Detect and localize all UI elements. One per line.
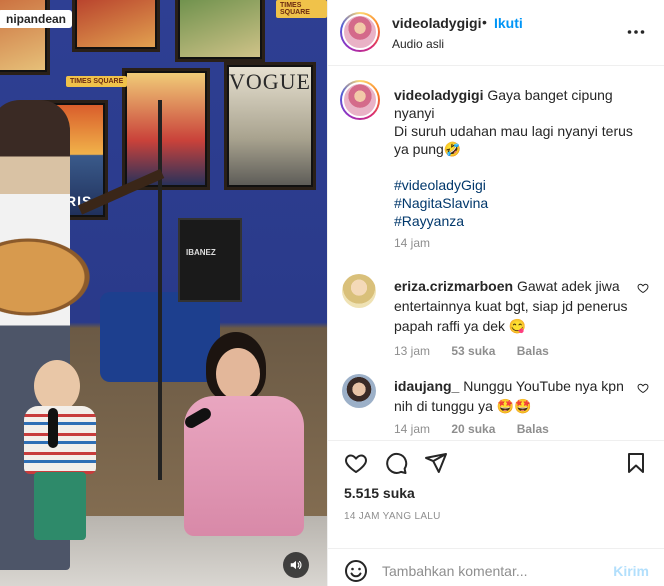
post-sidebar: videoladygigi • Ikuti Audio asli videola… — [327, 0, 664, 586]
avatar-image — [342, 82, 378, 118]
comment-timestamp: 13 jam — [394, 344, 431, 358]
amplifier: IBANEZ — [178, 218, 242, 302]
hashtag-link[interactable]: #Rayyanza — [394, 212, 644, 230]
comment-meta: 13 jam 53 suka Balas — [394, 344, 567, 358]
comment-icon[interactable] — [384, 451, 408, 475]
post-video[interactable]: PARIS VOGUE TIMES SQUARE TIMES SQUARE IB… — [0, 0, 327, 586]
comment-reply-button[interactable]: Balas — [517, 344, 549, 358]
comment-like-icon[interactable] — [637, 282, 649, 294]
times-square-sign: TIMES SQUARE — [276, 0, 327, 18]
comment-likes[interactable]: 20 suka — [451, 422, 495, 436]
comment-likes[interactable]: 53 suka — [451, 344, 495, 358]
commenter-username[interactable]: eriza.crizmarboen — [394, 278, 513, 294]
woman-singer — [176, 332, 316, 562]
comment-reply-button[interactable]: Balas — [517, 422, 549, 436]
more-options-icon — [627, 30, 645, 34]
comment-like-icon[interactable] — [637, 382, 649, 394]
bookmark-icon[interactable] — [624, 451, 648, 475]
video-username-overlay[interactable]: nipandean — [0, 10, 73, 28]
toddler-head — [34, 360, 80, 412]
comment-input[interactable] — [382, 559, 602, 583]
amp-label: IBANEZ — [186, 248, 216, 257]
commenter-username[interactable]: idaujang_ — [394, 378, 459, 394]
separator-dot: • — [482, 14, 487, 30]
caption-text-block: videoladygigi Gaya banget cipung nyanyi … — [394, 86, 644, 230]
volume-button[interactable] — [283, 552, 309, 578]
author-username[interactable]: videoladygigi — [392, 15, 481, 31]
toddler — [20, 360, 102, 540]
commenter-avatar[interactable] — [342, 374, 376, 408]
wall-poster — [122, 68, 210, 190]
more-options-button[interactable] — [627, 20, 645, 38]
heart-icon[interactable] — [344, 451, 368, 475]
comment-meta: 14 jam 20 suka Balas — [394, 422, 567, 436]
likes-count[interactable]: 5.515 suka — [344, 485, 415, 501]
post-header: videoladygigi • Ikuti Audio asli — [328, 0, 664, 66]
commenter-avatar[interactable] — [342, 274, 376, 308]
add-comment-bar: Kirim — [328, 548, 664, 586]
post-actions: 5.515 suka 14 JAM YANG LALU — [328, 440, 664, 540]
wall-poster-vogue: VOGUE — [224, 62, 316, 190]
times-square-sign: TIMES SQUARE — [66, 76, 128, 87]
post-timestamp: 14 JAM YANG LALU — [344, 511, 441, 522]
comment-text-block: idaujang_ Nunggu YouTube nya kpn nih di … — [394, 376, 634, 416]
guitar — [0, 232, 100, 322]
mic-stand — [158, 100, 162, 480]
audio-link[interactable]: Audio asli — [392, 37, 444, 51]
caption-username[interactable]: videoladygigi — [394, 87, 483, 103]
woman-face — [216, 348, 260, 400]
author-avatar[interactable] — [340, 12, 380, 52]
wall-poster — [72, 0, 160, 52]
caption-author-avatar[interactable] — [340, 80, 380, 120]
microphone — [48, 408, 58, 448]
speaker-icon — [290, 560, 302, 570]
poster-vogue-text: VOGUE — [229, 69, 311, 94]
hashtag-link[interactable]: #NagitaSlavina — [394, 194, 644, 212]
comment-timestamp: 14 jam — [394, 422, 431, 436]
share-icon[interactable] — [424, 451, 448, 475]
follow-button[interactable]: Ikuti — [494, 15, 523, 31]
post-comment-button[interactable]: Kirim — [613, 563, 649, 579]
caption-timestamp: 14 jam — [394, 236, 431, 250]
toddler-shirt — [24, 406, 96, 474]
avatar-image — [342, 14, 378, 50]
comment-text-block: eriza.crizmarboen Gawat adek jiwa entert… — [394, 276, 634, 336]
wall-poster — [175, 0, 265, 62]
hashtag-link[interactable]: #videoladyGigi — [394, 176, 644, 194]
emoji-icon[interactable] — [344, 559, 368, 583]
toddler-pants — [34, 472, 86, 540]
caption-text-line2: Di suruh udahan mau lagi nyanyi terus ya… — [394, 123, 633, 157]
comments-list[interactable]: videoladygigi Gaya banget cipung nyanyi … — [328, 66, 664, 440]
